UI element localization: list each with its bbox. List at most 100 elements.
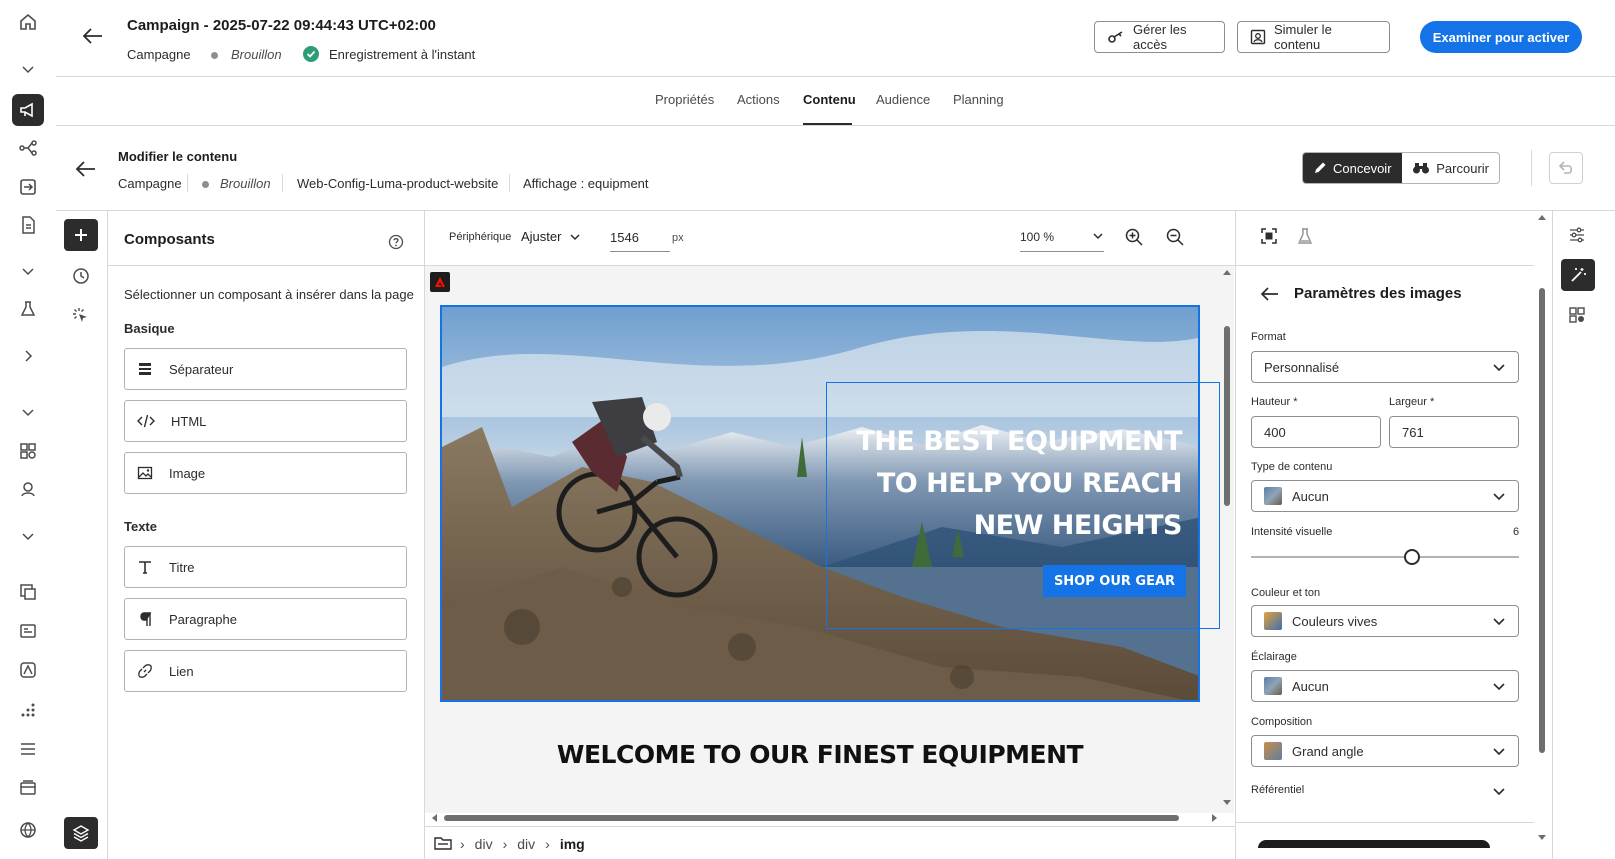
- profiles-icon[interactable]: [16, 477, 40, 501]
- composition-select[interactable]: Grand angle: [1251, 735, 1519, 767]
- chevron-down-icon[interactable]: [16, 57, 40, 81]
- experiment-flask-icon[interactable]: [16, 297, 40, 321]
- hero-heading-line2[interactable]: TO HELP YOU REACH: [440, 468, 1183, 499]
- chevron-down-icon: [1092, 230, 1104, 251]
- assets-icon[interactable]: [16, 658, 40, 682]
- divider: [1235, 211, 1236, 859]
- settings-sliders-icon[interactable]: [1568, 226, 1586, 244]
- panel-vertical-scrollbar[interactable]: [1537, 213, 1547, 843]
- layers-button[interactable]: [64, 817, 98, 849]
- chevron-down-icon: [569, 231, 581, 243]
- reference-expand-chevron-icon[interactable]: [1492, 784, 1506, 798]
- width-input[interactable]: 1546: [610, 222, 670, 252]
- design-mode-button[interactable]: Concevoir: [1303, 153, 1403, 183]
- tab-content[interactable]: Contenu: [803, 92, 856, 107]
- required-marker: *: [1293, 396, 1298, 408]
- browse-mode-button[interactable]: Parcourir: [1402, 153, 1499, 183]
- tab-planning[interactable]: Planning: [953, 92, 1004, 107]
- component-link[interactable]: Lien: [124, 650, 407, 692]
- tab-actions[interactable]: Actions: [737, 92, 780, 107]
- component-title[interactable]: Titre: [124, 546, 407, 588]
- assets-grid-icon[interactable]: [1568, 306, 1586, 324]
- component-paragraph[interactable]: Paragraphe: [124, 598, 407, 640]
- chevron-down-icon[interactable]: [16, 524, 40, 548]
- format-select[interactable]: Personnalisé: [1251, 351, 1519, 383]
- undo-button[interactable]: [1549, 152, 1583, 184]
- review-to-activate-button[interactable]: Examiner pour activer: [1420, 21, 1582, 53]
- select-cursor-icon[interactable]: [71, 306, 91, 326]
- zoom-in-icon[interactable]: [1124, 227, 1144, 247]
- journeys-icon[interactable]: [16, 136, 40, 160]
- component-image[interactable]: Image: [124, 452, 407, 494]
- color-tone-select[interactable]: Couleurs vives: [1251, 605, 1519, 637]
- adobe-logo-icon: [430, 272, 450, 292]
- device-select[interactable]: Ajuster: [521, 229, 581, 244]
- tab-audience[interactable]: Audience: [876, 92, 930, 107]
- height-input[interactable]: 400: [1251, 416, 1381, 448]
- paragraph-icon: [137, 611, 153, 627]
- content-type-label: Type de contenu: [1251, 461, 1333, 473]
- divider: [56, 125, 1615, 126]
- back-arrow-icon[interactable]: [82, 27, 104, 45]
- content-type-select[interactable]: Aucun: [1251, 480, 1519, 512]
- add-component-button[interactable]: [64, 219, 98, 251]
- help-icon[interactable]: [388, 234, 404, 250]
- decisions-icon[interactable]: [16, 175, 40, 199]
- breadcrumb-status: Brouillon: [220, 176, 271, 191]
- left-nav-rail: [0, 0, 56, 859]
- generate-button-partial[interactable]: [1258, 840, 1490, 848]
- frame-select-icon[interactable]: [1260, 227, 1278, 245]
- divider: [187, 174, 188, 192]
- path-div-1[interactable]: div: [475, 836, 493, 852]
- hero-heading-line3[interactable]: NEW HEIGHTS: [440, 510, 1183, 541]
- layers-icon: [72, 824, 90, 842]
- chevron-down-icon[interactable]: [16, 400, 40, 424]
- generative-ai-button[interactable]: [1561, 259, 1595, 291]
- component-html[interactable]: HTML: [124, 400, 407, 442]
- divider: [1552, 211, 1553, 859]
- canvas-vertical-scrollbar[interactable]: [1222, 268, 1232, 808]
- content-templates-icon[interactable]: [16, 580, 40, 604]
- path-div-2[interactable]: div: [517, 836, 535, 852]
- save-status: Enregistrement à l'instant: [329, 47, 476, 62]
- chevron-right-icon[interactable]: [16, 344, 40, 368]
- lighting-select[interactable]: Aucun: [1251, 670, 1519, 702]
- width-field[interactable]: 761: [1389, 416, 1519, 448]
- status-dot: [202, 181, 209, 188]
- home-icon[interactable]: [16, 10, 40, 34]
- segments-icon[interactable]: [16, 439, 40, 463]
- shop-our-gear-button[interactable]: SHOP OUR GEAR: [1043, 565, 1186, 597]
- editor-back-arrow-icon[interactable]: [75, 160, 97, 178]
- color-tone-label: Couleur et ton: [1251, 587, 1321, 599]
- manage-access-button[interactable]: Gérer les accès: [1094, 21, 1225, 53]
- path-chevron-icon: ›: [502, 836, 508, 852]
- magic-wand-icon: [1569, 266, 1587, 284]
- panel-back-arrow-icon[interactable]: [1260, 286, 1280, 302]
- undo-icon: [1557, 160, 1575, 176]
- fragments-icon[interactable]: [16, 619, 40, 643]
- divider: [108, 265, 424, 266]
- document-icon[interactable]: [16, 213, 40, 237]
- path-chevron-icon: ›: [460, 836, 465, 852]
- component-separator[interactable]: Séparateur: [124, 348, 407, 390]
- slider-handle[interactable]: [1403, 549, 1420, 565]
- path-img[interactable]: img: [560, 836, 585, 852]
- tab-properties[interactable]: Propriétés: [655, 92, 714, 107]
- intensity-slider[interactable]: [1251, 549, 1519, 569]
- history-icon[interactable]: [71, 266, 91, 286]
- folder-icon[interactable]: [434, 835, 452, 851]
- reports-icon[interactable]: [16, 698, 40, 722]
- chevron-down-icon[interactable]: [16, 259, 40, 283]
- simulate-content-button[interactable]: Simuler le contenu: [1237, 21, 1390, 53]
- list-icon[interactable]: [16, 737, 40, 761]
- canvas-horizontal-scrollbar[interactable]: [430, 812, 1220, 824]
- hero-heading-line1[interactable]: THE BEST EQUIPMENT: [440, 426, 1182, 457]
- zoom-select[interactable]: 100 %: [1020, 222, 1104, 252]
- channels-icon[interactable]: [16, 776, 40, 800]
- zoom-out-icon[interactable]: [1165, 227, 1185, 247]
- campaigns-icon[interactable]: [12, 94, 44, 126]
- flask-icon[interactable]: [1296, 227, 1314, 245]
- globe-icon[interactable]: [16, 818, 40, 842]
- code-icon: [137, 413, 155, 429]
- welcome-heading[interactable]: WELCOME TO OUR FINEST EQUIPMENT: [440, 740, 1200, 769]
